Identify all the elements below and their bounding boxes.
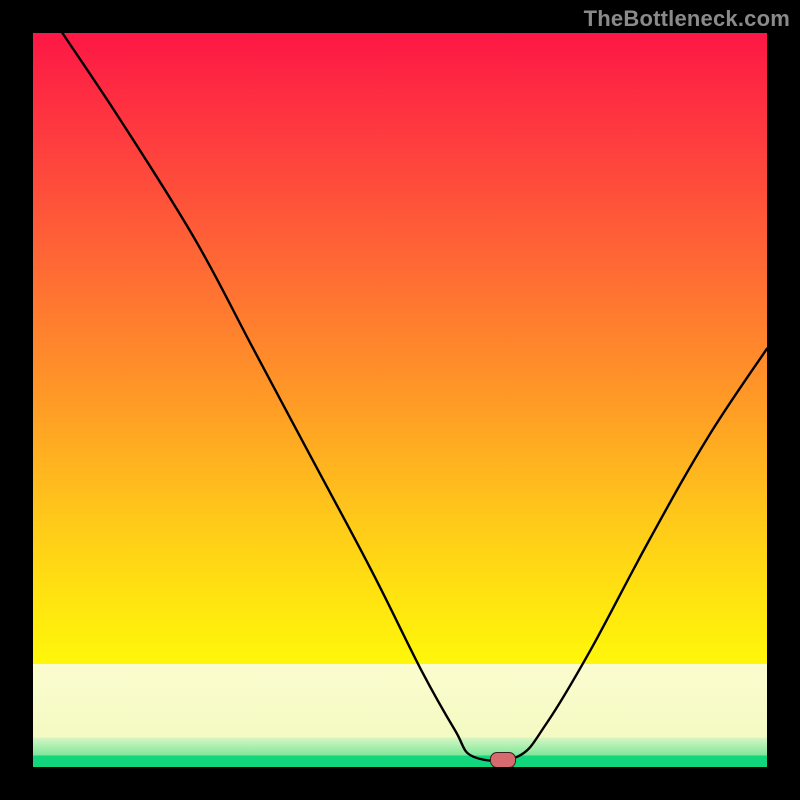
optimum-marker [490,752,516,767]
plot-area [33,33,767,767]
bottleneck-curve [62,33,767,761]
watermark-text: TheBottleneck.com [584,6,790,32]
curve-svg [33,33,767,767]
chart-stage: TheBottleneck.com [0,0,800,800]
